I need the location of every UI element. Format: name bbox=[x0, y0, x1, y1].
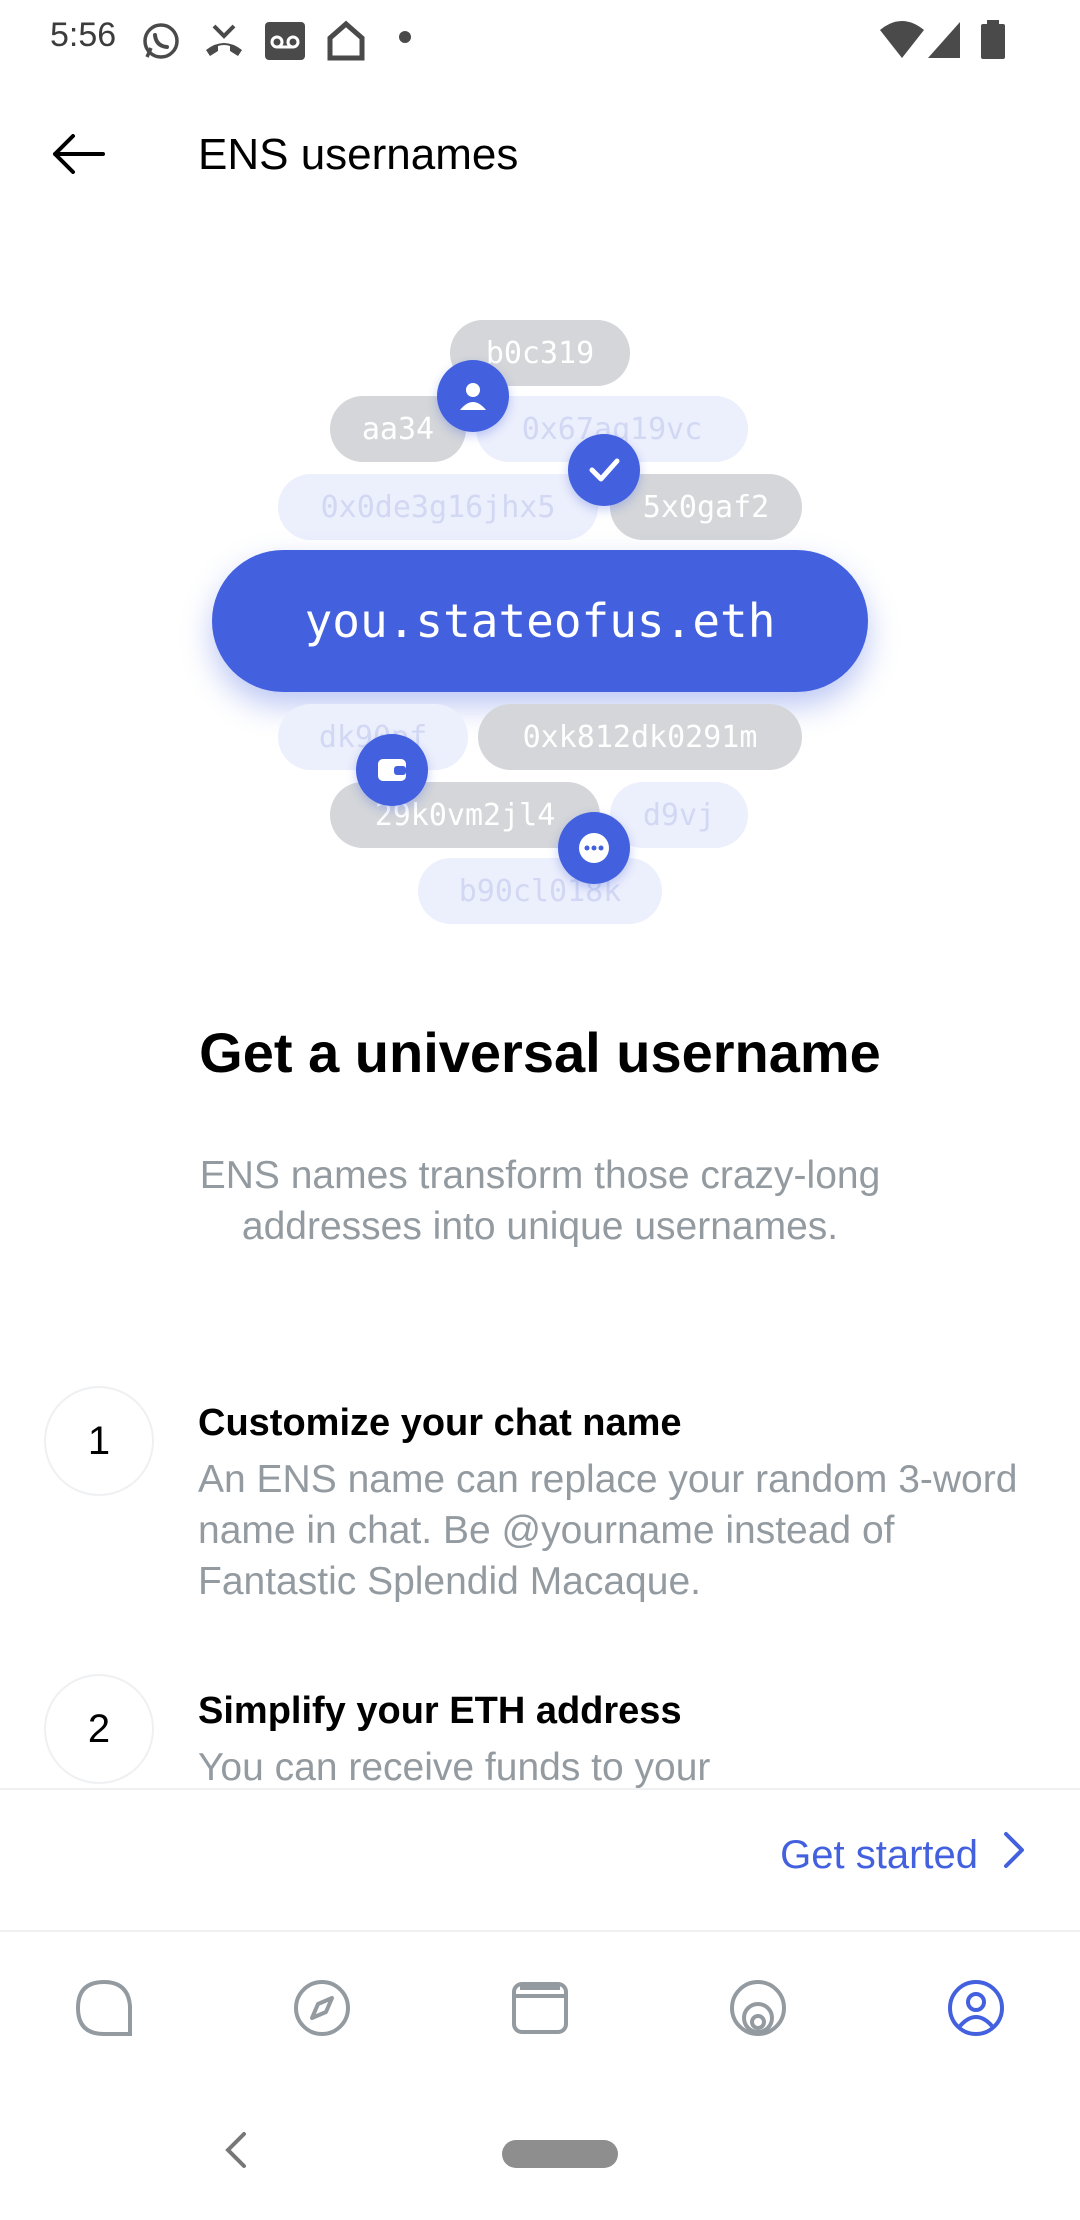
arrow-left-icon bbox=[51, 133, 105, 179]
ens-name-chip: you.stateofus.eth bbox=[212, 550, 868, 692]
intro-subtitle: ENS names transform those crazy-long add… bbox=[199, 1154, 881, 1248]
wallet-icon bbox=[356, 734, 428, 806]
nav-home-pill[interactable] bbox=[502, 2140, 618, 2168]
compass-icon bbox=[292, 1978, 352, 2043]
dot-icon bbox=[398, 30, 412, 49]
get-started-label: Get started bbox=[780, 1832, 978, 1877]
tab-profile[interactable] bbox=[940, 1974, 1012, 2046]
chevron-right-icon bbox=[1002, 1830, 1026, 1880]
get-started-button[interactable]: Get started bbox=[780, 1830, 1026, 1880]
checkmark-icon bbox=[568, 434, 640, 506]
address-chip: b90cl018k bbox=[418, 858, 662, 924]
back-button[interactable] bbox=[30, 120, 126, 192]
tab-chat[interactable] bbox=[68, 1974, 140, 2046]
tab-bar bbox=[0, 1934, 1080, 2084]
system-nav-bar bbox=[0, 2084, 1080, 2220]
step-number: 1 bbox=[44, 1386, 154, 1496]
tab-wallet[interactable] bbox=[504, 1974, 576, 2046]
status-bar: 5:56 bbox=[0, 0, 1080, 80]
step-description: You can receive funds to your bbox=[198, 1746, 711, 1788]
page-title: ENS usernames bbox=[198, 130, 519, 179]
address-chip: 5x0gaf2 bbox=[610, 474, 802, 540]
voicemail-icon bbox=[264, 20, 306, 67]
ens-illustration: b0c319 aa34 0x67aq19vc 0x0de3g16jhx5 5x0… bbox=[0, 300, 1080, 940]
address-chip: 0xk812dk0291m bbox=[478, 704, 802, 770]
wallet-icon bbox=[510, 1978, 570, 2043]
tab-browser[interactable] bbox=[286, 1974, 358, 2046]
chat-bubble-icon bbox=[558, 812, 630, 884]
user-icon bbox=[437, 360, 509, 432]
tab-status[interactable] bbox=[722, 1974, 794, 2046]
step-item: 2 Simplify your ETH address You can rece… bbox=[0, 1674, 1080, 1788]
address-chip: 0x0de3g16jhx5 bbox=[278, 474, 598, 540]
battery-icon bbox=[980, 20, 1006, 65]
step-number: 2 bbox=[44, 1674, 154, 1784]
status-icon bbox=[728, 1978, 788, 2043]
step-description: An ENS name can replace your random 3-wo… bbox=[198, 1458, 1018, 1603]
missed-call-icon bbox=[202, 20, 246, 67]
chat-icon bbox=[74, 1978, 134, 2043]
intro-title: Get a universal username bbox=[199, 1021, 881, 1084]
profile-icon bbox=[946, 1978, 1006, 2043]
address-chip: d9vj bbox=[610, 782, 748, 848]
nav-back-icon[interactable] bbox=[222, 2128, 250, 2177]
signal-icon bbox=[926, 20, 962, 65]
header: ENS usernames bbox=[0, 100, 1080, 210]
home-icon bbox=[326, 20, 366, 67]
status-time: 5:56 bbox=[50, 16, 117, 54]
step-title: Simplify your ETH address bbox=[198, 1690, 682, 1732]
wifi-icon bbox=[880, 20, 924, 65]
step-title: Customize your chat name bbox=[198, 1402, 682, 1444]
whatsapp-icon bbox=[140, 20, 182, 67]
action-bar: Get started bbox=[0, 1788, 1080, 1932]
